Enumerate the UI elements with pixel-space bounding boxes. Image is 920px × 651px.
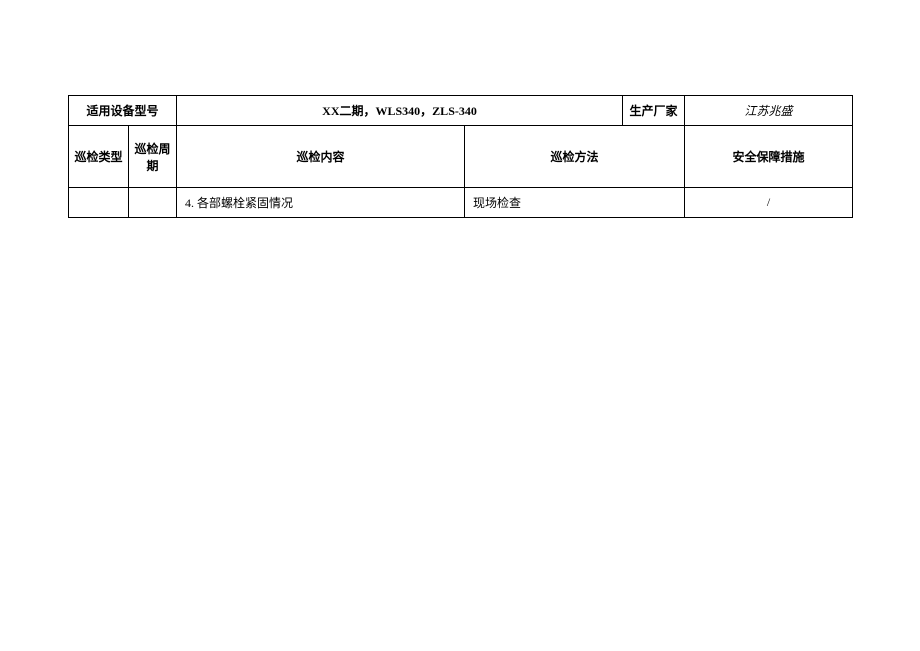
col-period: 巡检周期	[129, 126, 177, 188]
table-header-row-1: 适用设备型号 XX二期，WLS340，ZLS-340 生产厂家 江苏兆盛	[69, 96, 853, 126]
cell-period	[129, 188, 177, 218]
col-type: 巡检类型	[69, 126, 129, 188]
col-method: 巡检方法	[465, 126, 685, 188]
cell-method: 现场检查	[465, 188, 685, 218]
manufacturer-value: 江苏兆盛	[685, 96, 853, 126]
manufacturer-label: 生产厂家	[623, 96, 685, 126]
table-header-row-2: 巡检类型 巡检周期 巡检内容 巡检方法 安全保障措施	[69, 126, 853, 188]
cell-type	[69, 188, 129, 218]
col-content: 巡检内容	[177, 126, 465, 188]
cell-safety: /	[685, 188, 853, 218]
equip-model-label: 适用设备型号	[69, 96, 177, 126]
inspection-table: 适用设备型号 XX二期，WLS340，ZLS-340 生产厂家 江苏兆盛 巡检类…	[68, 95, 853, 218]
table-row: 4. 各部螺栓紧固情况 现场检查 /	[69, 188, 853, 218]
col-safety: 安全保障措施	[685, 126, 853, 188]
equip-model-value: XX二期，WLS340，ZLS-340	[177, 96, 623, 126]
cell-content: 4. 各部螺栓紧固情况	[177, 188, 465, 218]
